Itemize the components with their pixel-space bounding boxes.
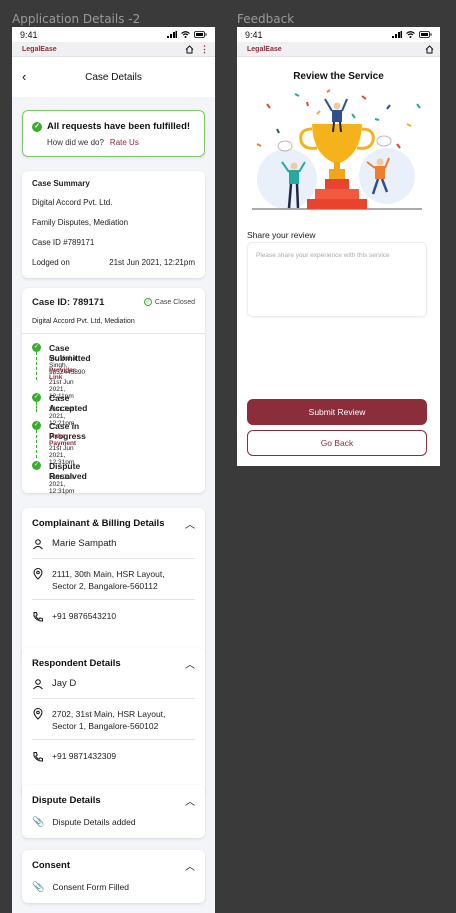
rate-us-link[interactable]: Rate Us xyxy=(110,138,139,147)
chevron-up-icon[interactable]: ︿ xyxy=(185,858,195,873)
signal-icon xyxy=(167,31,177,38)
badge-label: Case Closed xyxy=(154,298,195,306)
complainant-heading: Complainant & Billing Details xyxy=(32,518,165,529)
divider xyxy=(32,558,195,559)
divider xyxy=(32,739,195,740)
step-check-icon: ✓ xyxy=(32,421,41,430)
summary-company: Digital Accord Pvt. Ltd. xyxy=(32,198,113,207)
paperclip-icon: 📎 xyxy=(32,817,45,828)
frame-label-details: Application Details -2 xyxy=(12,12,141,26)
review-textarea[interactable]: Please share your experience with this s… xyxy=(247,242,427,317)
step-check-icon: ✓ xyxy=(32,461,41,470)
respondent-card: Respondent Details ︿ Jay D 2702, 31st Ma… xyxy=(22,648,205,796)
status-time: 9:41 xyxy=(245,29,263,40)
timeline-line xyxy=(36,352,37,380)
divider xyxy=(32,698,195,699)
case-id-label: Case ID: xyxy=(32,297,71,308)
celebration-trophy-illustration xyxy=(252,89,422,210)
check-circle-icon: ✓ xyxy=(32,121,42,132)
location-pin-icon xyxy=(33,568,43,580)
complainant-card: Complainant & Billing Details ︿ Marie Sa… xyxy=(22,508,205,656)
case-summary-card: Case Summary Digital Accord Pvt. Ltd. Fa… xyxy=(22,171,205,278)
home-icon[interactable] xyxy=(425,44,434,54)
page-title: Case Details xyxy=(85,71,142,83)
divider xyxy=(22,333,205,334)
lodged-value: 21st Jun 2021, 12:21pm xyxy=(109,258,195,267)
summary-type: Family Disputes, Mediation xyxy=(32,218,129,227)
summary-heading: Case Summary xyxy=(32,179,90,188)
case-id-value: 789171 xyxy=(72,297,105,308)
dispute-item: Dispute Details added xyxy=(52,817,136,827)
complainant-address-line1: 2111, 30th Main, HSR Layout, xyxy=(52,569,165,579)
frame-label-feedback: Feedback xyxy=(237,12,295,26)
status-bar: 9:41 xyxy=(237,27,440,42)
person-icon xyxy=(33,679,43,690)
chevron-up-icon[interactable]: ︿ xyxy=(185,656,195,671)
share-review-label: Share your review xyxy=(247,230,316,240)
phone-icon xyxy=(33,752,43,762)
success-banner: ✓ All requests have been fulfilled! How d… xyxy=(22,110,205,157)
step-time: 21st Jun 2021, 12:31pm xyxy=(49,474,75,495)
timeline-line xyxy=(36,402,37,412)
complainant-address-line2: Sector 2, Bangalore-560112 xyxy=(52,581,158,591)
summary-case-id: Case ID #789171 xyxy=(32,238,95,247)
complainant-phone: +91 9876543210 xyxy=(52,611,117,621)
status-time: 9:41 xyxy=(20,29,38,40)
respondent-address-line2: Sector 1, Bangalore-560102 xyxy=(52,721,159,731)
consent-item: Consent Form Filled xyxy=(52,882,129,892)
respondent-address-line1: 2702, 31st Main, HSR Layout, xyxy=(52,709,166,719)
complainant-name: Marie Sampath xyxy=(52,538,117,549)
feedback-screen: 9:41 LegalEase Review the Service Share … xyxy=(237,27,440,466)
case-details-screen: 9:41 LegalEase ⋮ ‹ Case Details ✓ All req… xyxy=(12,27,215,913)
respondent-heading: Respondent Details xyxy=(32,658,121,669)
phone-icon xyxy=(33,612,43,622)
review-title: Review the Service xyxy=(293,71,384,82)
back-arrow-icon[interactable]: ‹ xyxy=(22,69,26,84)
consent-card: Consent ︿ 📎 Consent Form Filled xyxy=(22,850,205,903)
brand-logo: LegalEase xyxy=(247,45,282,53)
timeline-line xyxy=(36,430,37,458)
chevron-up-icon[interactable]: ︿ xyxy=(185,516,195,531)
dispute-details-card: Dispute Details ︿ 📎 Dispute Details adde… xyxy=(22,785,205,838)
case-closed-badge: ✓ Case Closed xyxy=(143,298,195,306)
divider xyxy=(32,599,195,600)
respondent-name: Jay D xyxy=(52,678,77,689)
respondent-phone: +91 9871432309 xyxy=(52,751,117,761)
go-back-button[interactable]: Go Back xyxy=(247,430,427,456)
brand-logo: LegalEase xyxy=(22,45,57,53)
title-bar: ‹ Case Details xyxy=(12,57,215,97)
home-icon[interactable] xyxy=(185,44,194,54)
paperclip-icon: 📎 xyxy=(32,882,45,893)
case-subtitle: Digital Accord Pvt. Ltd, Mediation xyxy=(32,318,135,325)
submit-review-button[interactable]: Submit Review xyxy=(247,399,427,425)
battery-icon xyxy=(419,31,432,38)
check-outline-icon: ✓ xyxy=(143,298,152,306)
feedback-question: How did we do? xyxy=(47,138,104,147)
step-check-icon: ✓ xyxy=(32,343,41,352)
person-icon xyxy=(33,539,43,550)
app-bar: LegalEase xyxy=(237,42,440,57)
lodged-label: Lodged on xyxy=(32,258,70,267)
signal-icon xyxy=(392,31,402,38)
step-check-icon: ✓ xyxy=(32,393,41,402)
wifi-icon xyxy=(406,31,415,38)
more-options-icon[interactable]: ⋮ xyxy=(200,44,209,54)
case-status-card: Case ID: 789171 ✓ Case Closed Digital Acc… xyxy=(22,288,205,495)
consent-heading: Consent xyxy=(32,860,70,871)
success-title: All requests have been fulfilled! xyxy=(47,121,191,132)
dispute-heading: Dispute Details xyxy=(32,795,101,806)
wifi-icon xyxy=(181,31,190,38)
status-bar: 9:41 xyxy=(12,27,215,42)
battery-icon xyxy=(194,31,207,38)
chevron-up-icon[interactable]: ︿ xyxy=(185,793,195,808)
app-bar: LegalEase ⋮ xyxy=(12,42,215,57)
location-pin-icon xyxy=(33,708,43,720)
